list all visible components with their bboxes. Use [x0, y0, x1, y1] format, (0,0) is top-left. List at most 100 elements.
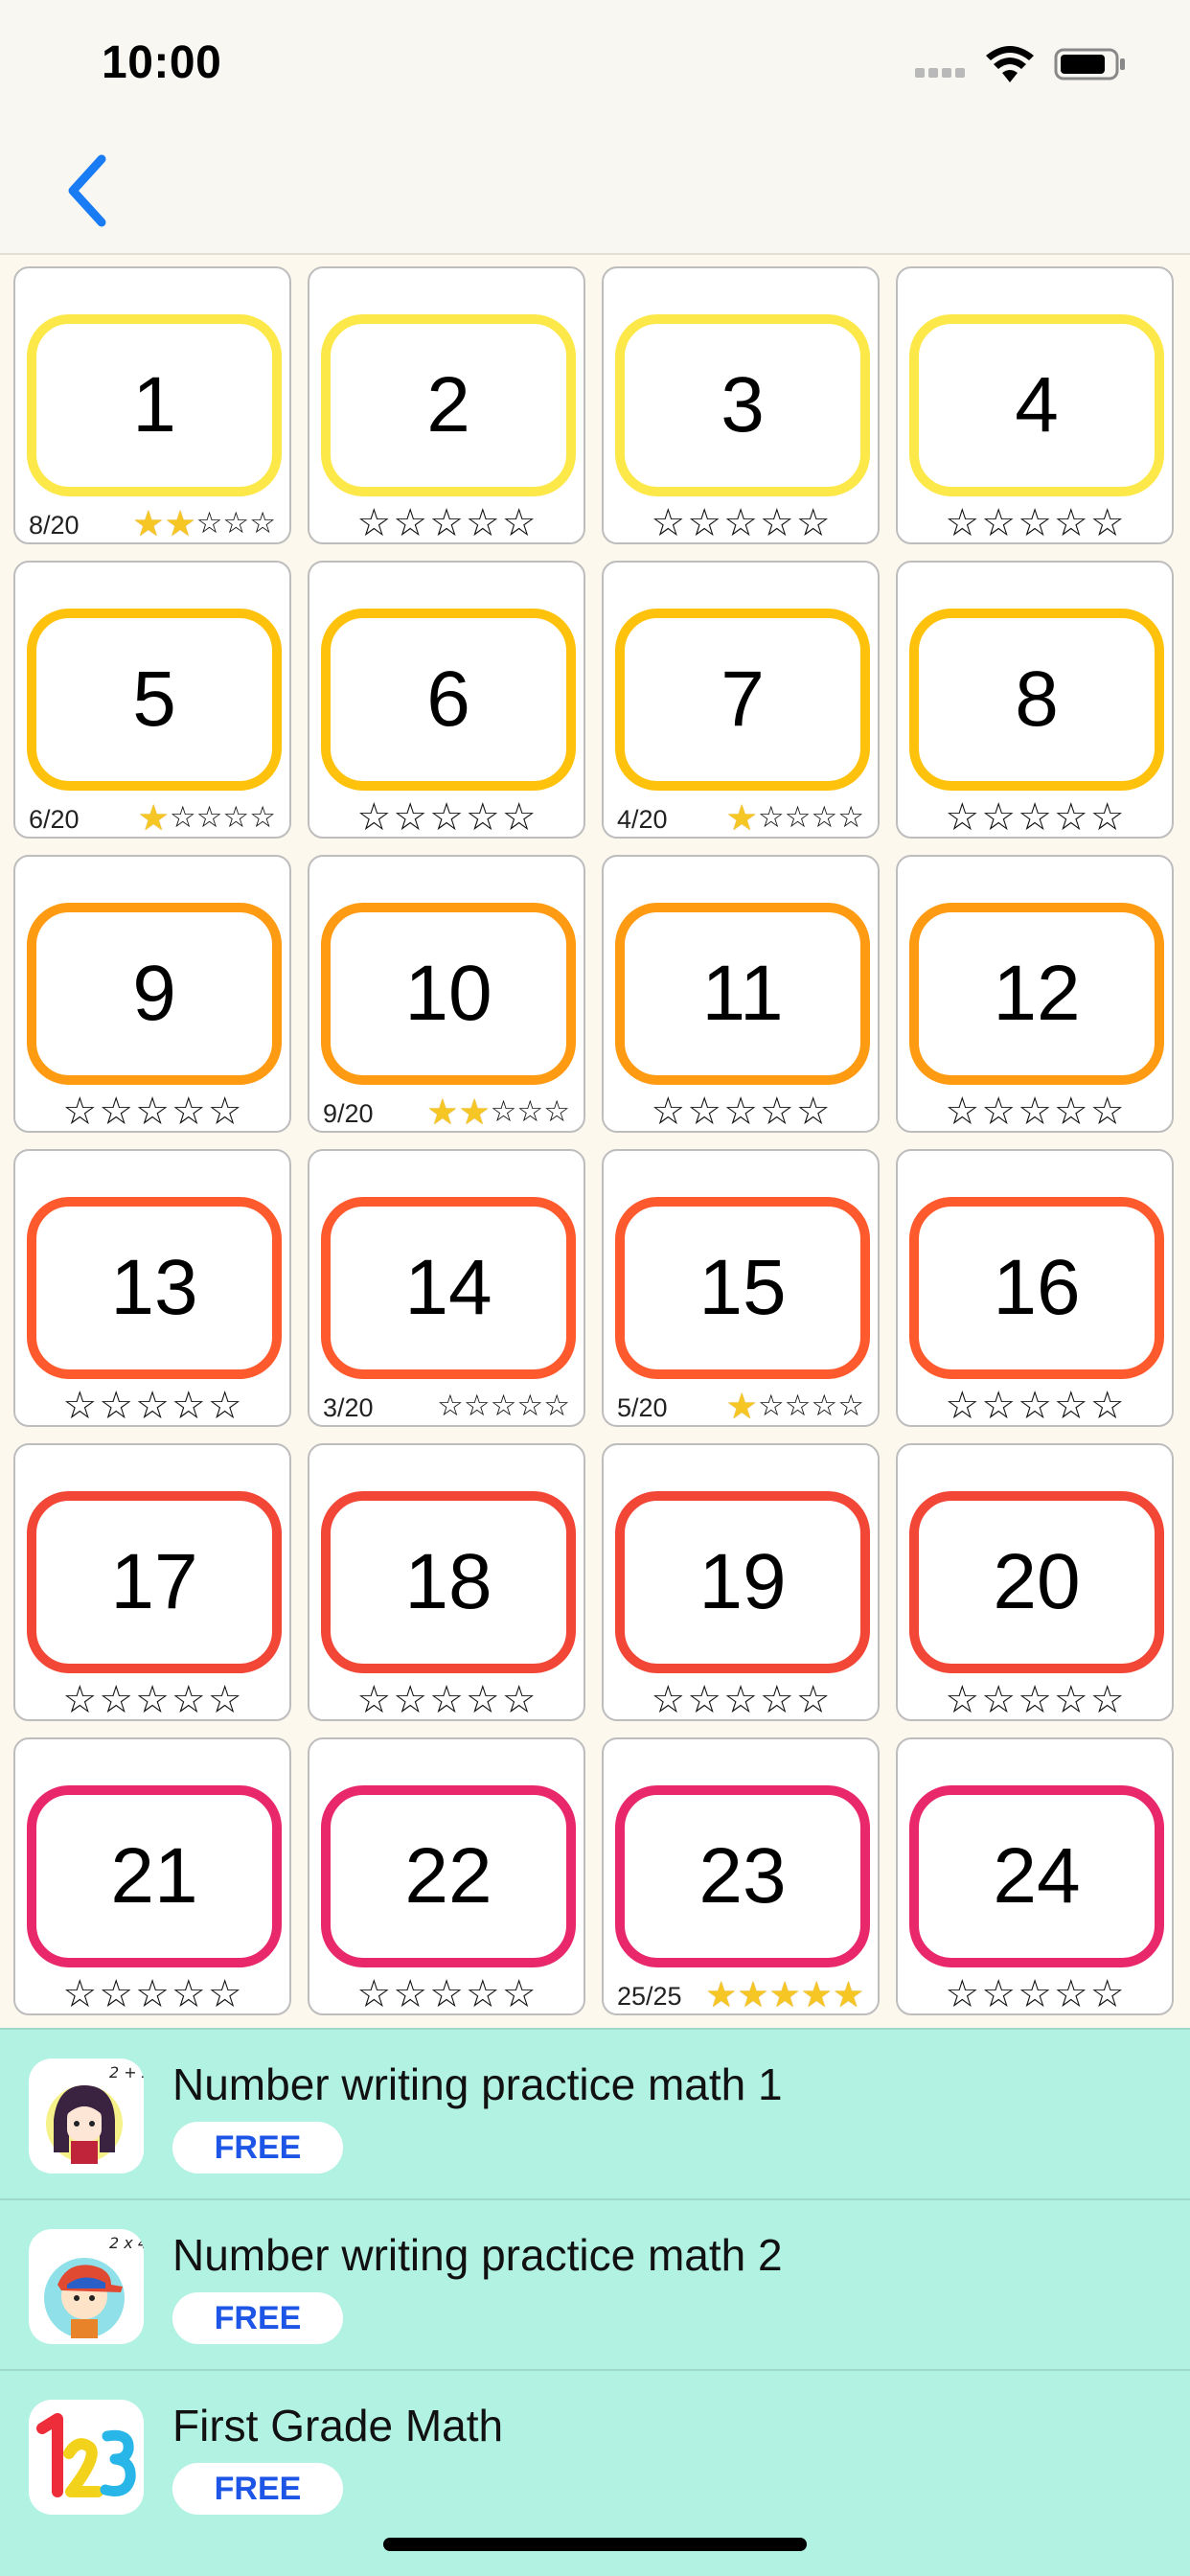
level-tile[interactable]: 12 ☆ ☆ ☆ ☆ ☆: [896, 855, 1174, 1133]
star-empty-icon: ☆: [687, 1090, 722, 1134]
level-frame: 24: [909, 1785, 1164, 1967]
level-progress: 4/20: [617, 805, 668, 834]
star-empty-icon: ☆: [207, 1972, 242, 2016]
wifi-icon: [986, 46, 1034, 82]
promoted-app-title: Number writing practice math 1: [172, 2059, 783, 2109]
star-empty-icon: ☆: [759, 1090, 794, 1134]
star-empty-icon: ☆: [1053, 1678, 1088, 1722]
promoted-app-title: Number writing practice math 2: [172, 2230, 783, 2280]
star-empty-icon: ☆: [516, 1093, 544, 1129]
level-tile[interactable]: 9 ☆ ☆ ☆ ☆ ☆: [13, 855, 291, 1133]
level-tile[interactable]: 20 ☆ ☆ ☆ ☆ ☆: [896, 1443, 1174, 1721]
free-badge-button[interactable]: FREE: [172, 2463, 343, 2515]
level-progress: 6/20: [29, 805, 80, 834]
star-rating: ☆ ☆ ☆ ☆ ☆: [604, 1681, 878, 1719]
star-empty-icon: ☆: [837, 1388, 864, 1423]
star-empty-icon: ☆: [207, 1090, 242, 1134]
star-rating: ☆ ☆ ☆ ☆ ☆: [898, 1975, 1172, 2013]
level-tile[interactable]: 11 ☆ ☆ ☆ ☆ ☆: [602, 855, 880, 1133]
star-filled-icon: ★: [737, 1973, 769, 2015]
star-rating: ★ ★ ☆ ☆ ☆: [426, 1092, 570, 1131]
level-tile[interactable]: 4 ☆ ☆ ☆ ☆ ☆: [896, 266, 1174, 544]
level-tile[interactable]: 19 ☆ ☆ ☆ ☆ ☆: [602, 1443, 880, 1721]
star-empty-icon: ☆: [465, 1678, 500, 1722]
star-empty-icon: ☆: [945, 1678, 980, 1722]
level-tile[interactable]: 18 ☆ ☆ ☆ ☆ ☆: [308, 1443, 585, 1721]
level-frame: 21: [27, 1785, 282, 1967]
star-filled-icon: ★: [800, 1973, 833, 2015]
star-rating: ★ ★ ☆ ☆ ☆: [132, 504, 276, 542]
star-empty-icon: ☆: [757, 799, 785, 835]
promoted-app-row[interactable]: 2 x 4 Number writing practice math 2 FRE…: [0, 2198, 1190, 2369]
star-rating: ☆ ☆ ☆ ☆ ☆: [15, 1387, 289, 1425]
level-tile[interactable]: 1 8/20 ★ ★ ☆ ☆ ☆: [13, 266, 291, 544]
free-badge-button[interactable]: FREE: [172, 2122, 343, 2174]
level-progress: 8/20: [29, 511, 80, 540]
girl-app-icon: 2 + 2: [29, 2058, 144, 2174]
star-empty-icon: ☆: [393, 501, 428, 545]
star-empty-icon: ☆: [465, 501, 500, 545]
star-empty-icon: ☆: [1053, 795, 1088, 840]
star-empty-icon: ☆: [195, 799, 223, 835]
free-badge-button[interactable]: FREE: [172, 2292, 343, 2344]
star-empty-icon: ☆: [135, 1678, 170, 1722]
level-tile[interactable]: 21 ☆ ☆ ☆ ☆ ☆: [13, 1737, 291, 2015]
promoted-app-row[interactable]: 2 + 2 Number writing practice math 1 FRE…: [0, 2028, 1190, 2198]
level-frame: 1: [27, 314, 282, 496]
promoted-app-title: First Grade Math: [172, 2401, 504, 2450]
star-empty-icon: ☆: [784, 799, 812, 835]
level-number: 22: [404, 1832, 492, 1920]
star-rating: ☆ ☆ ☆ ☆ ☆: [437, 1387, 570, 1425]
level-number: 17: [110, 1538, 198, 1625]
star-empty-icon: ☆: [945, 795, 980, 840]
star-empty-icon: ☆: [981, 1678, 1017, 1722]
star-empty-icon: ☆: [1089, 795, 1125, 840]
star-filled-icon: ★: [725, 1385, 758, 1427]
level-progress: 25/25: [617, 1982, 682, 2011]
star-filled-icon: ★: [132, 502, 165, 544]
level-number: 14: [404, 1244, 492, 1331]
star-empty-icon: ☆: [501, 1972, 537, 2016]
level-tile[interactable]: 23 25/25 ★ ★ ★ ★ ★: [602, 1737, 880, 2015]
level-tile[interactable]: 15 5/20 ★ ☆ ☆ ☆ ☆: [602, 1149, 880, 1427]
star-empty-icon: ☆: [222, 505, 250, 540]
level-tile[interactable]: 13 ☆ ☆ ☆ ☆ ☆: [13, 1149, 291, 1427]
star-empty-icon: ☆: [1018, 1972, 1052, 2016]
level-tile[interactable]: 24 ☆ ☆ ☆ ☆ ☆: [896, 1737, 1174, 2015]
level-tile[interactable]: 22 ☆ ☆ ☆ ☆ ☆: [308, 1737, 585, 2015]
level-tile[interactable]: 5 6/20 ★ ☆ ☆ ☆ ☆: [13, 561, 291, 839]
level-tile[interactable]: 10 9/20 ★ ★ ☆ ☆ ☆: [308, 855, 585, 1133]
promoted-app-row[interactable]: First Grade Math FREE: [0, 2369, 1190, 2540]
star-empty-icon: ☆: [195, 505, 223, 540]
level-tile[interactable]: 14 3/20 ☆ ☆ ☆ ☆ ☆: [308, 1149, 585, 1427]
star-empty-icon: ☆: [981, 1972, 1017, 2016]
star-empty-icon: ☆: [945, 1090, 980, 1134]
level-number: 4: [1015, 361, 1059, 448]
star-empty-icon: ☆: [1053, 501, 1088, 545]
star-empty-icon: ☆: [222, 799, 250, 835]
level-progress: 9/20: [323, 1099, 374, 1128]
star-rating: ☆ ☆ ☆ ☆ ☆: [898, 1092, 1172, 1131]
star-rating: ☆ ☆ ☆ ☆ ☆: [15, 1975, 289, 2013]
level-tile[interactable]: 2 ☆ ☆ ☆ ☆ ☆: [308, 266, 585, 544]
level-tile[interactable]: 7 4/20 ★ ☆ ☆ ☆ ☆: [602, 561, 880, 839]
level-frame: 16: [909, 1197, 1164, 1379]
level-number: 10: [404, 950, 492, 1037]
level-tile[interactable]: 8 ☆ ☆ ☆ ☆ ☆: [896, 561, 1174, 839]
level-tile[interactable]: 17 ☆ ☆ ☆ ☆ ☆: [13, 1443, 291, 1721]
level-tile[interactable]: 6 ☆ ☆ ☆ ☆ ☆: [308, 561, 585, 839]
star-rating: ☆ ☆ ☆ ☆ ☆: [309, 1975, 584, 2013]
star-empty-icon: ☆: [1018, 1384, 1052, 1428]
star-empty-icon: ☆: [981, 1384, 1017, 1428]
level-frame: 3: [615, 314, 870, 496]
star-empty-icon: ☆: [945, 1972, 980, 2016]
level-tile[interactable]: 16 ☆ ☆ ☆ ☆ ☆: [896, 1149, 1174, 1427]
star-empty-icon: ☆: [99, 1384, 134, 1428]
back-chevron-icon[interactable]: [54, 148, 121, 234]
star-filled-icon: ★: [725, 796, 758, 839]
star-empty-icon: ☆: [135, 1972, 170, 2016]
star-empty-icon: ☆: [393, 1678, 428, 1722]
navigation-bar: [0, 126, 1190, 255]
status-time: 10:00: [102, 37, 222, 88]
level-tile[interactable]: 3 ☆ ☆ ☆ ☆ ☆: [602, 266, 880, 544]
